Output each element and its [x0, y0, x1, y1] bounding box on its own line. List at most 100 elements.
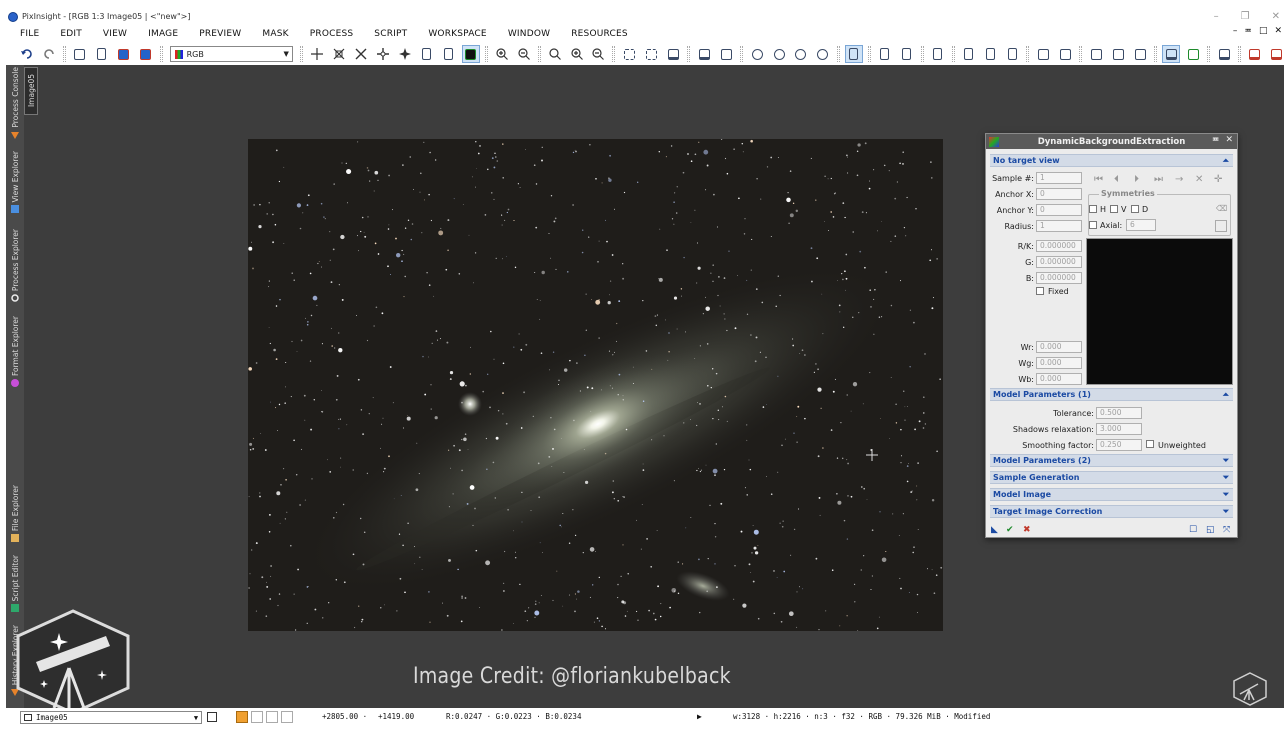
- previous-sample-icon[interactable]: ⏴: [1114, 174, 1119, 185]
- smoothing-factor-field[interactable]: 0.250: [1096, 439, 1142, 451]
- menu-preview[interactable]: PREVIEW: [189, 29, 252, 39]
- reset-icon[interactable]: ⌫: [1216, 204, 1227, 213]
- menu-script[interactable]: SCRIPT: [364, 29, 418, 39]
- shade-icon[interactable]: ≖: [1212, 135, 1220, 145]
- stf-button-3[interactable]: [792, 45, 810, 63]
- screen-transfer-button[interactable]: [844, 45, 863, 63]
- reset-process-icon[interactable]: ⤧: [1223, 525, 1230, 535]
- wb-field[interactable]: 0.000: [1036, 373, 1082, 385]
- tool-mask-button[interactable]: [115, 45, 133, 63]
- sample-field[interactable]: 1: [1036, 172, 1082, 184]
- section-target-image-correction[interactable]: Target Image Correction ⏷: [990, 505, 1233, 518]
- channel-r-button[interactable]: [251, 711, 263, 723]
- undo-button[interactable]: [18, 45, 36, 63]
- sym-d-checkbox[interactable]: [1131, 205, 1139, 213]
- view-selector[interactable]: Image05 ▼: [20, 711, 202, 724]
- close-icon[interactable]: ✕: [1225, 135, 1233, 145]
- tile-button[interactable]: [695, 45, 713, 63]
- section-sample-generation[interactable]: Sample Generation ⏷: [990, 471, 1233, 484]
- tool-identifier-button[interactable]: [71, 45, 89, 63]
- process-button-4[interactable]: [960, 45, 978, 63]
- menu-image[interactable]: IMAGE: [138, 29, 189, 39]
- anchor-x-field[interactable]: 0: [1036, 188, 1082, 200]
- mdi-minimize-button[interactable]: –: [1233, 26, 1238, 36]
- tool-clone-button[interactable]: [93, 45, 111, 63]
- arrow-right-icon[interactable]: →: [1175, 174, 1183, 185]
- axial-spinbox[interactable]: 6: [1126, 219, 1156, 231]
- wr-field[interactable]: 0.000: [1036, 341, 1082, 353]
- tool-new-preview-button[interactable]: [440, 45, 458, 63]
- section-model-image[interactable]: Model Image ⏷: [990, 488, 1233, 501]
- mdi-tile-button[interactable]: ≖: [1244, 26, 1252, 36]
- edit-instance-icon[interactable]: ◱: [1206, 525, 1215, 535]
- tab-process-console[interactable]: Process Console: [6, 67, 24, 147]
- view-mode-button[interactable]: [207, 712, 217, 722]
- menu-mask[interactable]: MASK: [252, 29, 299, 39]
- menu-edit[interactable]: EDIT: [50, 29, 93, 39]
- zoom-to-fit-button[interactable]: [642, 45, 660, 63]
- fixed-checkbox[interactable]: [1036, 287, 1044, 295]
- dbe-title-bar[interactable]: DynamicBackgroundExtraction ≖ ✕: [986, 134, 1237, 149]
- tool-zoom-button[interactable]: [330, 45, 348, 63]
- process-button-1[interactable]: [876, 45, 894, 63]
- last-sample-icon[interactable]: ⏭: [1154, 174, 1163, 185]
- tolerance-field[interactable]: 0.500: [1096, 407, 1142, 419]
- zoom-11-button[interactable]: [568, 45, 586, 63]
- restore-button[interactable]: ❐: [1241, 11, 1250, 22]
- zoom-in-button[interactable]: [493, 45, 511, 63]
- menu-workspace[interactable]: WORKSPACE: [418, 29, 497, 39]
- explorer-button-4[interactable]: [1109, 45, 1127, 63]
- tab-format-explorer[interactable]: Format Explorer: [6, 316, 24, 396]
- stf-button-2[interactable]: [770, 45, 788, 63]
- tool-preview-button[interactable]: [418, 45, 436, 63]
- anchor-y-field[interactable]: 0: [1036, 204, 1082, 216]
- zoom-out-button[interactable]: [515, 45, 533, 63]
- crosshair-icon[interactable]: ✛: [1214, 174, 1222, 185]
- cancel-icon[interactable]: ✖: [1023, 525, 1031, 535]
- tool-pan-button[interactable]: [352, 45, 370, 63]
- axial-checkbox[interactable]: [1089, 221, 1097, 229]
- tool-color-button[interactable]: [461, 45, 480, 63]
- mdi-maximize-button[interactable]: □: [1259, 26, 1268, 36]
- section-model-parameters-1[interactable]: Model Parameters (1) ⏶: [990, 388, 1233, 401]
- redo-button[interactable]: [40, 45, 58, 63]
- tab-process-explorer[interactable]: Process Explorer: [6, 229, 24, 311]
- apply-icon[interactable]: ✔: [1006, 525, 1014, 535]
- cascade-button[interactable]: [717, 45, 735, 63]
- fit-view-button[interactable]: [620, 45, 638, 63]
- mdi-close-button[interactable]: ✕: [1274, 26, 1282, 36]
- maximize-view-button[interactable]: [664, 45, 682, 63]
- workspace-button-3[interactable]: [1268, 45, 1286, 63]
- process-button-3[interactable]: [929, 45, 947, 63]
- menu-resources[interactable]: RESOURCES: [561, 29, 639, 39]
- zoom-fit-button[interactable]: [546, 45, 564, 63]
- tool-center-button[interactable]: [374, 45, 392, 63]
- browse-documentation-icon[interactable]: ☐: [1189, 525, 1197, 535]
- play-icon[interactable]: ▶: [697, 712, 702, 721]
- wg-field[interactable]: 0.000: [1036, 357, 1082, 369]
- menu-window[interactable]: WINDOW: [498, 29, 561, 39]
- shadows-relaxation-field[interactable]: 3.000: [1096, 423, 1142, 435]
- explorer-button-5[interactable]: [1131, 45, 1149, 63]
- sym-v-checkbox[interactable]: [1110, 205, 1118, 213]
- g-field[interactable]: 0.000000: [1036, 256, 1082, 268]
- stf-button-1[interactable]: [748, 45, 766, 63]
- monitor-button[interactable]: [1162, 45, 1181, 63]
- section-target-view[interactable]: No target view ⏶: [990, 154, 1233, 167]
- tool-move-button[interactable]: [396, 45, 414, 63]
- process-button-2[interactable]: [898, 45, 916, 63]
- section-model-parameters-2[interactable]: Model Parameters (2) ⏷: [990, 454, 1233, 467]
- new-instance-icon[interactable]: ◣: [991, 525, 998, 535]
- unweighted-checkbox[interactable]: [1146, 440, 1154, 448]
- zoom-fill-button[interactable]: [590, 45, 608, 63]
- tool-readout-button[interactable]: [308, 45, 326, 63]
- radius-field[interactable]: 1: [1036, 220, 1082, 232]
- tool-channels-button[interactable]: [137, 45, 155, 63]
- explorer-button-2[interactable]: [1056, 45, 1074, 63]
- explorer-button-3[interactable]: [1087, 45, 1105, 63]
- menu-process[interactable]: PROCESS: [300, 29, 365, 39]
- menu-file[interactable]: FILE: [0, 29, 50, 39]
- delete-sample-icon[interactable]: ✕: [1195, 174, 1203, 185]
- first-sample-icon[interactable]: ⏮: [1094, 174, 1103, 185]
- tab-view-explorer[interactable]: View Explorer: [6, 151, 24, 225]
